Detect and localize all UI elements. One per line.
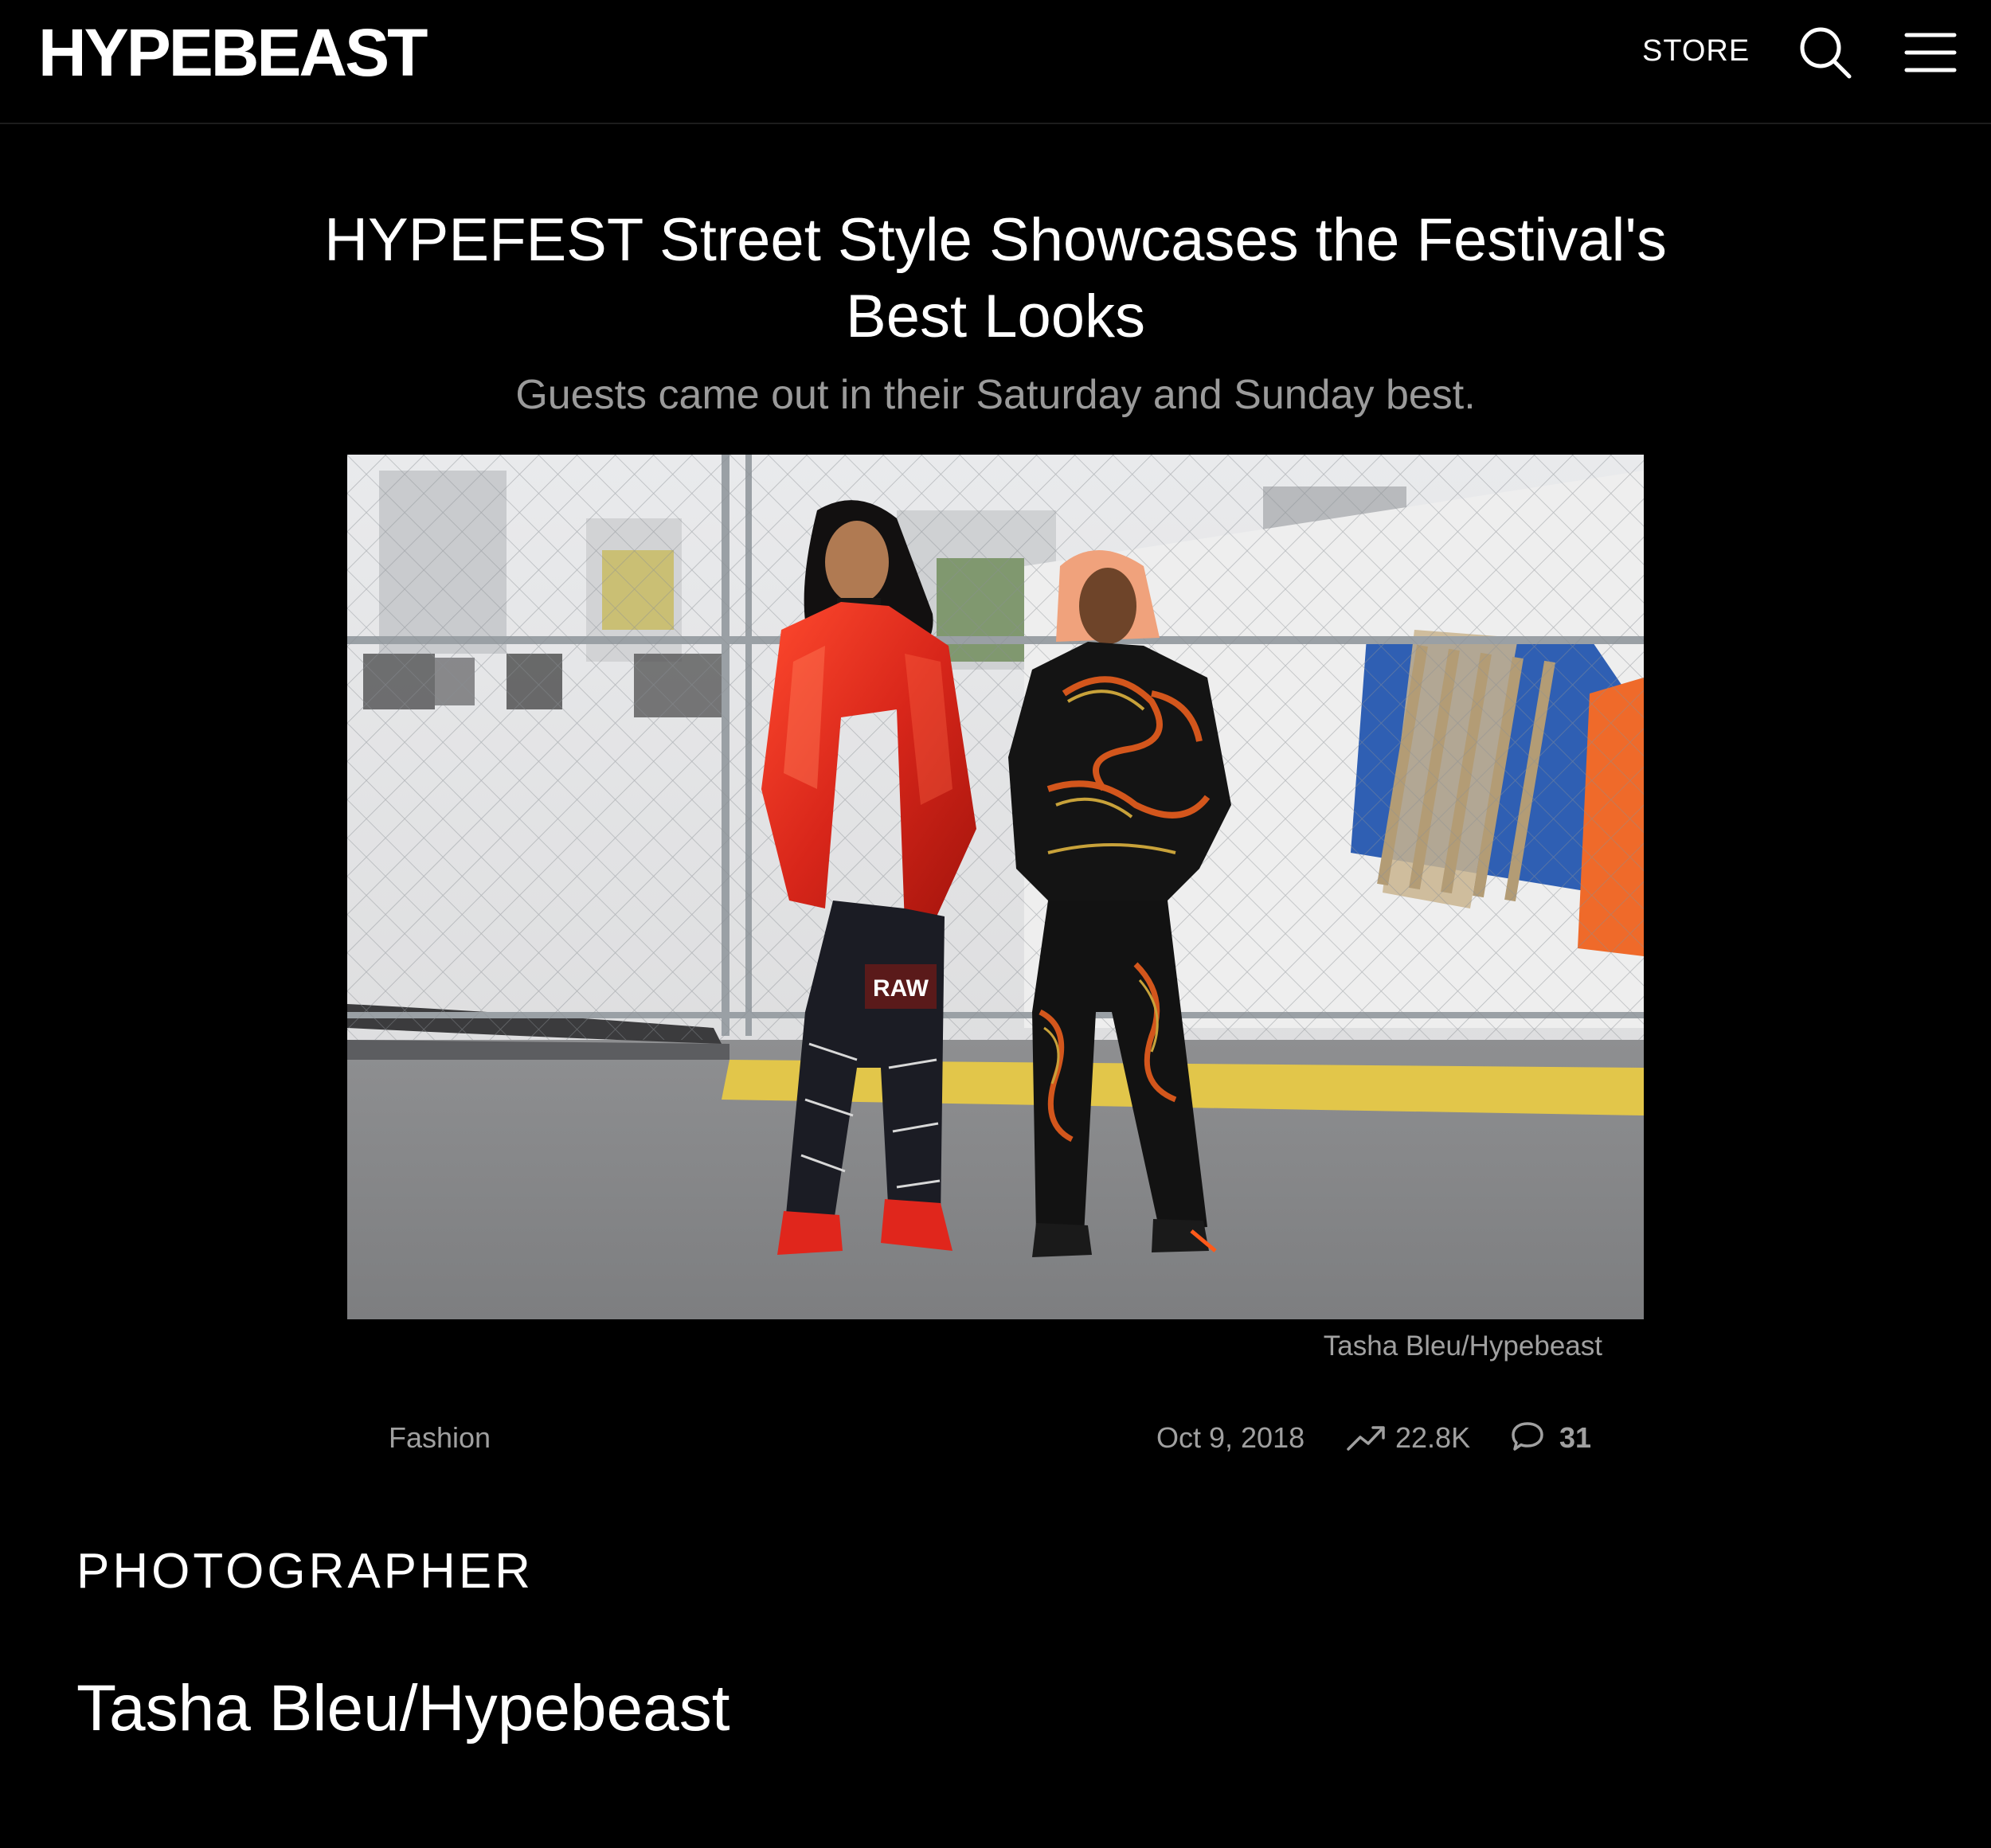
comment-bubble-icon[interactable]: [1510, 1420, 1545, 1454]
trending-up-icon: [1347, 1426, 1385, 1451]
hero-image[interactable]: RAW: [347, 455, 1644, 1319]
article-title: HYPEFEST Street Style Showcases the Fest…: [324, 206, 1667, 350]
comment-count[interactable]: 31: [1559, 1419, 1591, 1457]
hamburger-menu-icon: [1904, 33, 1957, 72]
search-icon: [1800, 27, 1852, 79]
photographer-label: PHOTOGRAPHER: [76, 1544, 534, 1599]
search-button[interactable]: [1797, 24, 1854, 81]
hypebeast-logo[interactable]: HYPEBEAST: [38, 14, 428, 91]
site-header: HYPEBEAST STORE: [0, 0, 1991, 124]
publish-date: Oct 9, 2018: [1156, 1421, 1305, 1454]
photographer-name[interactable]: Tasha Bleu/Hypebeast: [76, 1669, 730, 1748]
store-link[interactable]: STORE: [1642, 32, 1750, 70]
svg-text:RAW: RAW: [873, 975, 929, 1002]
menu-button[interactable]: [1902, 27, 1959, 78]
street-style-photo: RAW: [347, 455, 1644, 1319]
category-link[interactable]: Fashion: [389, 1419, 491, 1457]
article-subtitle: Guests came out in their Saturday and Su…: [515, 372, 1476, 418]
view-count: 22.8K: [1395, 1421, 1471, 1454]
photo-credit: Tasha Bleu/Hypebeast: [1323, 1330, 1602, 1362]
